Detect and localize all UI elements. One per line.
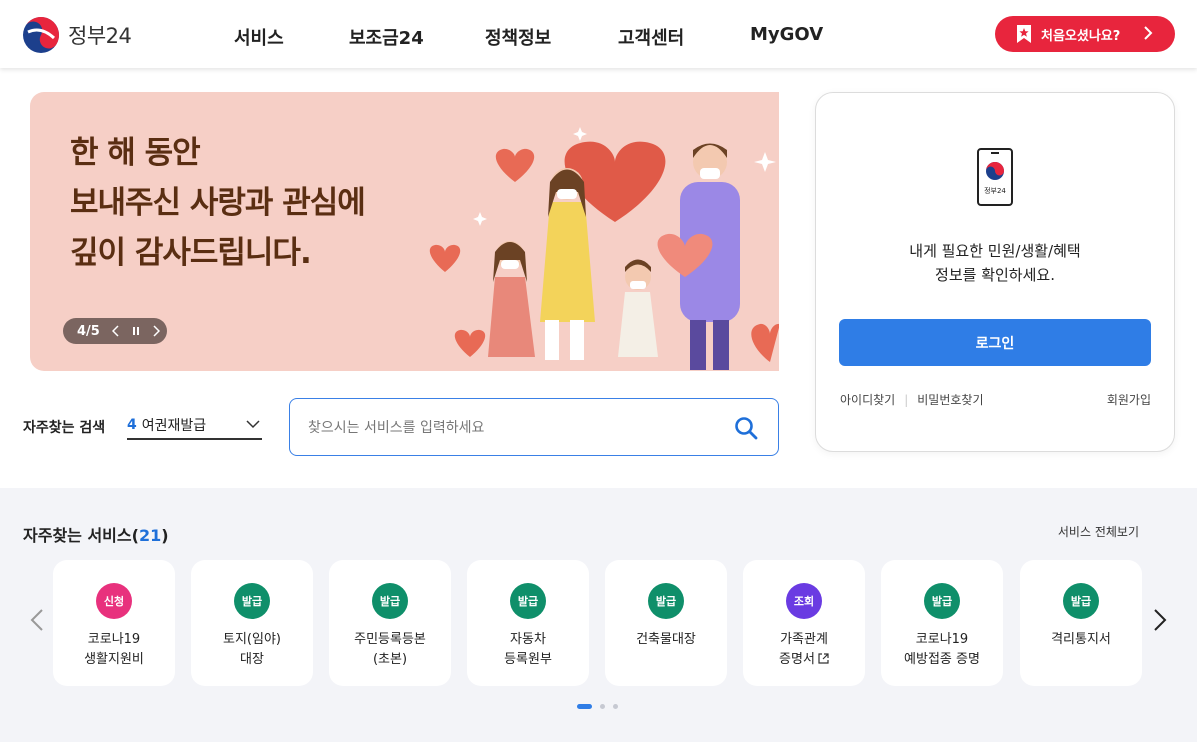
services-title: 자주찾는 서비스(21) bbox=[23, 526, 169, 545]
pause-icon bbox=[132, 327, 139, 335]
service-badge: 발급 bbox=[510, 583, 546, 619]
service-card[interactable]: 발급 코로나19 예방접종 증명 bbox=[881, 560, 1003, 686]
service-card[interactable]: 조회 가족관계 증명서 bbox=[743, 560, 865, 686]
login-button[interactable]: 로그인 bbox=[839, 319, 1151, 366]
first-visit-button[interactable]: 처음오셨나요? bbox=[995, 16, 1175, 52]
chevron-right-icon bbox=[153, 325, 160, 337]
banner-pause-button[interactable] bbox=[128, 323, 144, 339]
service-card[interactable]: 발급 주민등록등본 (초본) bbox=[329, 560, 451, 686]
carousel-pagination bbox=[577, 704, 626, 709]
service-badge: 발급 bbox=[648, 583, 684, 619]
view-all-services-link[interactable]: 서비스 전체보기 bbox=[1058, 523, 1139, 540]
service-badge: 발급 bbox=[1063, 583, 1099, 619]
frequent-search-label: 자주찾는 검색 bbox=[23, 420, 106, 436]
nav-item-services[interactable]: 서비스 bbox=[234, 24, 284, 50]
bookmark-star-icon bbox=[1017, 25, 1031, 43]
banner-prev-button[interactable] bbox=[108, 323, 124, 339]
link-separator: | bbox=[904, 392, 909, 407]
phone-logo-caption: 정부24 bbox=[984, 186, 1006, 195]
service-card[interactable]: 발급 토지(임야) 대장 bbox=[191, 560, 313, 686]
service-card[interactable]: 발급 격리통지서 bbox=[1020, 560, 1142, 686]
gov24-phone-icon: 정부24 bbox=[977, 148, 1013, 206]
service-label: 주민등록등본 (초본) bbox=[354, 632, 426, 667]
find-id-link[interactable]: 아이디찾기 bbox=[840, 391, 895, 408]
pagination-dot-active[interactable] bbox=[577, 704, 592, 709]
service-label: 건축물대장 bbox=[636, 632, 696, 647]
banner-controls: 4/5 bbox=[63, 318, 167, 344]
logo[interactable]: 정부24 bbox=[22, 16, 132, 54]
frequent-search-rank: 4 bbox=[127, 417, 137, 433]
frequent-services-section: 자주찾는 서비스(21) 서비스 전체보기 신청 코로나19 생활지원비 발급 토… bbox=[0, 488, 1197, 742]
search-box bbox=[289, 398, 779, 456]
family-hearts-illustration bbox=[429, 127, 779, 370]
login-links: 아이디찾기 | 비밀번호찾기 bbox=[840, 391, 984, 408]
login-message: 내게 필요한 민원/생활/혜택 정보를 확인하세요. bbox=[816, 239, 1174, 287]
nav-item-policy-info[interactable]: 정책정보 bbox=[485, 24, 551, 50]
service-label: 자동차 등록원부 bbox=[504, 632, 552, 667]
login-message-line: 정보를 확인하세요. bbox=[935, 266, 1055, 284]
frequent-search-value: 여권재발급 bbox=[141, 418, 207, 434]
signup-link[interactable]: 회원가입 bbox=[1107, 391, 1151, 408]
services-count: 21 bbox=[138, 526, 162, 545]
service-label: 가족관계 증명서 bbox=[779, 632, 829, 667]
frequent-search-dropdown[interactable]: 4 여권재발급 bbox=[127, 412, 262, 440]
banner-next-button[interactable] bbox=[148, 323, 164, 339]
service-label: 격리통지서 bbox=[1051, 632, 1111, 647]
banner-counter: 4/5 bbox=[77, 323, 100, 339]
service-badge: 발급 bbox=[372, 583, 408, 619]
chevron-left-icon bbox=[111, 325, 119, 337]
nav-item-customer-center[interactable]: 고객센터 bbox=[618, 24, 684, 50]
service-card[interactable]: 신청 코로나19 생활지원비 bbox=[53, 560, 175, 686]
pagination-dot[interactable] bbox=[600, 704, 605, 709]
login-card: 정부24 내게 필요한 민원/생활/혜택 정보를 확인하세요. 로그인 아이디찾… bbox=[815, 92, 1175, 452]
service-badge: 신청 bbox=[96, 583, 132, 619]
first-visit-label: 처음오셨나요? bbox=[1041, 28, 1121, 44]
service-badge: 발급 bbox=[924, 583, 960, 619]
search-input[interactable] bbox=[308, 415, 728, 441]
service-label: 코로나19 생활지원비 bbox=[84, 632, 144, 667]
header: 정부24 서비스 보조금24 정책정보 고객센터 MyGOV 처음오셨나요? bbox=[0, 0, 1197, 68]
nav-item-subsidy24[interactable]: 보조금24 bbox=[349, 24, 424, 50]
chevron-right-icon bbox=[1144, 26, 1153, 40]
nav-item-mygov[interactable]: MyGOV bbox=[750, 24, 823, 45]
carousel-next-icon[interactable] bbox=[1153, 608, 1167, 632]
chevron-down-icon bbox=[246, 420, 260, 429]
banner-headline: 한 해 동안 보내주신 사랑과 관심에 깊이 감사드립니다. bbox=[70, 128, 366, 278]
logo-text: 정부24 bbox=[68, 24, 132, 48]
main-banner[interactable]: 한 해 동안 보내주신 사랑과 관심에 깊이 감사드립니다. 4/5 bbox=[30, 92, 779, 371]
login-message-line: 내게 필요한 민원/생활/혜택 bbox=[909, 242, 1081, 260]
service-badge: 조회 bbox=[786, 583, 822, 619]
service-label: 코로나19 예방접종 증명 bbox=[904, 632, 980, 667]
service-card[interactable]: 발급 자동차 등록원부 bbox=[467, 560, 589, 686]
service-badge: 발급 bbox=[234, 583, 270, 619]
external-link-icon bbox=[818, 653, 829, 664]
find-password-link[interactable]: 비밀번호찾기 bbox=[917, 391, 983, 408]
search-icon[interactable] bbox=[734, 416, 758, 440]
pagination-dot[interactable] bbox=[613, 704, 618, 709]
banner-line: 한 해 동안 bbox=[70, 135, 201, 171]
carousel-prev-icon[interactable] bbox=[30, 608, 44, 632]
service-label: 토지(임야) 대장 bbox=[223, 632, 281, 667]
service-card[interactable]: 발급 건축물대장 bbox=[605, 560, 727, 686]
banner-line: 보내주신 사랑과 관심에 bbox=[70, 185, 366, 221]
banner-line: 깊이 감사드립니다. bbox=[70, 235, 312, 271]
taegeuk-logo-icon bbox=[23, 17, 59, 53]
